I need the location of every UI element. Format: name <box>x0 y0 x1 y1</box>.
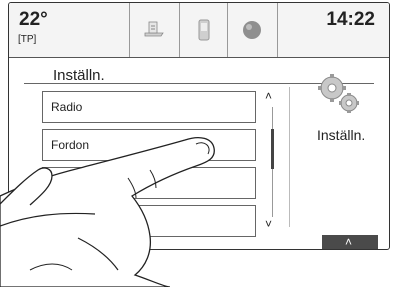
infotainment-screen: 22° [TP] 14:22 Inställn. Radio Fordon ˄ … <box>0 0 394 287</box>
hand-illustration <box>0 137 215 287</box>
